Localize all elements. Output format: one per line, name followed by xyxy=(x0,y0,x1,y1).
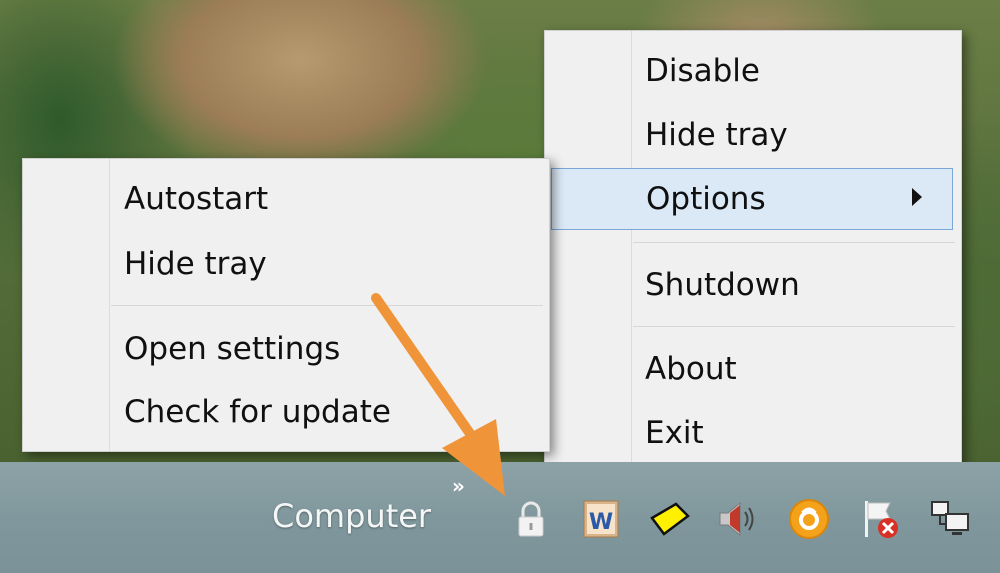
submenu-item-check-for-update[interactable]: Check for update xyxy=(23,384,549,440)
menu-item-label: Disable xyxy=(645,53,760,89)
network-icon[interactable] xyxy=(928,496,974,542)
svg-text:W: W xyxy=(589,510,613,535)
menu-item-label: About xyxy=(645,351,737,387)
computer-toolbar-label[interactable]: Computer xyxy=(272,497,431,535)
overflow-chevron-icon[interactable]: » xyxy=(452,474,465,498)
submenu-item-open-settings[interactable]: Open settings xyxy=(23,321,549,377)
menu-separator xyxy=(111,305,543,306)
menu-item-label: Check for update xyxy=(124,394,391,430)
yellow-diamond-icon[interactable] xyxy=(646,496,692,542)
lock-icon[interactable] xyxy=(508,496,554,542)
menu-item-label: Open settings xyxy=(124,331,341,367)
tray-context-menu: Disable Hide tray Options Shutdown About… xyxy=(544,30,962,470)
menu-item-label: Shutdown xyxy=(645,267,800,303)
submenu-item-hide-tray[interactable]: Hide tray xyxy=(23,236,549,292)
speaker-icon[interactable] xyxy=(714,496,760,542)
options-submenu: Autostart Hide tray Open settings Check … xyxy=(22,158,550,452)
menu-item-options[interactable]: Options xyxy=(551,168,953,230)
menu-item-label: Hide tray xyxy=(124,246,267,282)
menu-item-shutdown[interactable]: Shutdown xyxy=(545,257,961,313)
menu-item-disable[interactable]: Disable xyxy=(545,43,961,99)
menu-item-exit[interactable]: Exit xyxy=(545,405,961,461)
submenu-item-autostart[interactable]: Autostart xyxy=(23,171,549,227)
menu-item-label: Autostart xyxy=(124,181,269,217)
menu-item-about[interactable]: About xyxy=(545,341,961,397)
orange-circle-icon[interactable] xyxy=(786,496,832,542)
menu-item-label: Options xyxy=(646,181,766,217)
menu-separator xyxy=(633,242,955,243)
taskbar xyxy=(0,462,1000,573)
action-center-flag-icon[interactable] xyxy=(858,496,904,542)
menu-item-hide-tray[interactable]: Hide tray xyxy=(545,107,961,163)
menu-separator xyxy=(633,326,955,327)
menu-item-label: Hide tray xyxy=(645,117,788,153)
menu-item-label: Exit xyxy=(645,415,704,451)
submenu-arrow-icon xyxy=(912,188,922,206)
word-icon[interactable]: W xyxy=(578,496,624,542)
